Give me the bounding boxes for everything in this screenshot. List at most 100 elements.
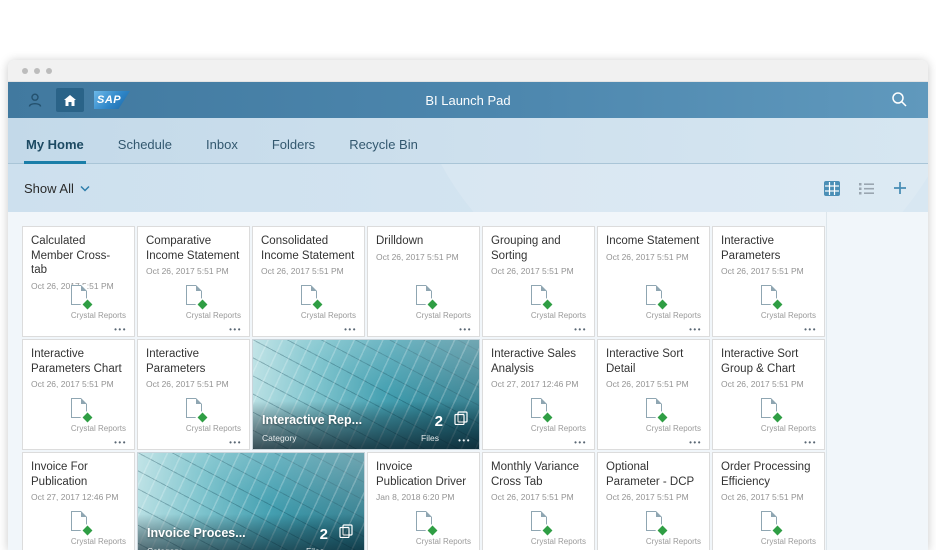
tile-grid: Calculated Member Cross-tab Oct 26, 2017 … bbox=[22, 226, 825, 550]
tile-title: Calculated Member Cross-tab bbox=[23, 227, 134, 278]
tile-title: Order Processing Efficiency bbox=[713, 453, 824, 489]
tile-title: Optional Parameter - DCP bbox=[598, 453, 709, 489]
tile-menu-button[interactable]: ••• bbox=[344, 325, 357, 334]
tile-type-label: Crystal Reports bbox=[301, 311, 356, 320]
home-icon bbox=[63, 94, 77, 107]
tile-title: Consolidated Income Statement bbox=[253, 227, 364, 263]
report-tile[interactable]: Invoice Publication DriverJan 8, 2018 6:… bbox=[367, 452, 480, 550]
tile-title: Monthly Variance Cross Tab bbox=[483, 453, 594, 489]
crystal-reports-icon bbox=[646, 398, 662, 418]
window-control-dot[interactable] bbox=[46, 68, 52, 74]
crystal-reports-icon bbox=[186, 398, 202, 418]
tile-menu-button[interactable]: ••• bbox=[689, 325, 702, 334]
tab-folders[interactable]: Folders bbox=[270, 137, 317, 163]
report-tile[interactable]: Interactive ParametersOct 26, 2017 5:51 … bbox=[137, 339, 250, 450]
grid-view-button[interactable] bbox=[822, 178, 842, 198]
report-tile[interactable]: Invoice For PublicationOct 27, 2017 12:4… bbox=[22, 452, 135, 550]
report-tile[interactable]: Interactive ParametersOct 26, 2017 5:51 … bbox=[712, 226, 825, 337]
tile-type-label: Crystal Reports bbox=[531, 424, 586, 433]
list-view-icon bbox=[859, 182, 874, 195]
window-control-dot[interactable] bbox=[22, 68, 28, 74]
user-menu-button[interactable] bbox=[24, 89, 46, 111]
tile-date: Jan 8, 2018 6:20 PM bbox=[368, 489, 479, 502]
category-tile[interactable]: Invoice Proces...Category2Files••• bbox=[137, 452, 365, 550]
crystal-reports-icon bbox=[761, 511, 777, 531]
tile-title: Drilldown bbox=[368, 227, 479, 249]
add-button[interactable] bbox=[890, 178, 910, 198]
category-title: Interactive Rep... bbox=[262, 413, 362, 427]
search-button[interactable] bbox=[890, 90, 910, 110]
crystal-reports-icon bbox=[71, 398, 87, 418]
tab-inbox[interactable]: Inbox bbox=[204, 137, 240, 163]
report-tile[interactable]: Interactive Parameters ChartOct 26, 2017… bbox=[22, 339, 135, 450]
report-tile[interactable]: Comparative Income StatementOct 26, 2017… bbox=[137, 226, 250, 337]
tile-type-label: Crystal Reports bbox=[531, 311, 586, 320]
report-tile[interactable]: Interactive Sort Group & ChartOct 26, 20… bbox=[712, 339, 825, 450]
report-tile[interactable]: Consolidated Income StatementOct 26, 201… bbox=[252, 226, 365, 337]
report-tile[interactable]: Interactive Sales AnalysisOct 27, 2017 1… bbox=[482, 339, 595, 450]
show-all-dropdown[interactable]: Show All bbox=[24, 181, 90, 196]
crystal-reports-icon bbox=[71, 511, 87, 531]
tile-menu-button[interactable]: ••• bbox=[574, 325, 587, 334]
tile-date: Oct 26, 2017 5:51 PM bbox=[138, 263, 249, 276]
crystal-reports-icon bbox=[761, 398, 777, 418]
report-tile[interactable]: Monthly Variance Cross TabOct 26, 2017 5… bbox=[482, 452, 595, 550]
category-title: Invoice Proces... bbox=[147, 526, 246, 540]
tile-date: Oct 26, 2017 5:51 PM bbox=[598, 249, 709, 262]
tile-title: Grouping and Sorting bbox=[483, 227, 594, 263]
category-tile[interactable]: Interactive Rep...Category2Files••• bbox=[252, 339, 480, 450]
tile-menu-button[interactable]: ••• bbox=[689, 438, 702, 447]
tile-title: Invoice For Publication bbox=[23, 453, 134, 489]
crystal-reports-icon bbox=[646, 285, 662, 305]
tile-menu-button[interactable]: ••• bbox=[229, 325, 242, 334]
sap-logo: SAP bbox=[94, 91, 130, 109]
tile-menu-button[interactable]: ••• bbox=[804, 438, 817, 447]
tile-date: Oct 26, 2017 5:51 PM bbox=[713, 376, 824, 389]
category-subtitle: Category bbox=[262, 433, 297, 443]
tile-menu-button[interactable]: ••• bbox=[229, 438, 242, 447]
tile-date: Oct 26, 2017 5:51 PM bbox=[253, 263, 364, 276]
window-control-dot[interactable] bbox=[34, 68, 40, 74]
tile-title: Interactive Parameters bbox=[713, 227, 824, 263]
plus-icon bbox=[893, 181, 907, 195]
tile-type-label: Crystal Reports bbox=[416, 537, 471, 546]
report-tile[interactable]: DrilldownOct 26, 2017 5:51 PM Crystal Rep… bbox=[367, 226, 480, 337]
crystal-reports-icon bbox=[531, 398, 547, 418]
tile-date: Oct 26, 2017 5:51 PM bbox=[368, 249, 479, 262]
tile-menu-button[interactable]: ••• bbox=[458, 436, 471, 445]
crystal-reports-icon bbox=[531, 511, 547, 531]
tile-type-label: Crystal Reports bbox=[416, 311, 471, 320]
tab-recycle-bin[interactable]: Recycle Bin bbox=[347, 137, 420, 163]
tile-type-label: Crystal Reports bbox=[646, 424, 701, 433]
crystal-reports-icon bbox=[416, 285, 432, 305]
report-tile[interactable]: Order Processing EfficiencyOct 26, 2017 … bbox=[712, 452, 825, 550]
report-tile[interactable]: Grouping and SortingOct 26, 2017 5:51 PM… bbox=[482, 226, 595, 337]
tile-date: Oct 26, 2017 5:51 PM bbox=[138, 376, 249, 389]
crystal-reports-icon bbox=[416, 511, 432, 531]
tile-menu-button[interactable]: ••• bbox=[804, 325, 817, 334]
tile-date: Oct 26, 2017 5:51 PM bbox=[598, 376, 709, 389]
tile-menu-button[interactable]: ••• bbox=[459, 325, 472, 334]
tile-menu-button[interactable]: ••• bbox=[574, 438, 587, 447]
tab-schedule[interactable]: Schedule bbox=[116, 137, 174, 163]
report-tile[interactable]: Interactive Sort DetailOct 26, 2017 5:51… bbox=[597, 339, 710, 450]
report-tile[interactable]: Optional Parameter - DCPOct 26, 2017 5:5… bbox=[597, 452, 710, 550]
report-tile[interactable]: Income StatementOct 26, 2017 5:51 PMCrys… bbox=[597, 226, 710, 337]
tile-type-label: Crystal Reports bbox=[71, 311, 126, 320]
home-button[interactable] bbox=[56, 88, 84, 112]
tile-date: Oct 26, 2017 5:51 PM bbox=[598, 489, 709, 502]
tile-title: Income Statement bbox=[598, 227, 709, 249]
tile-menu-button[interactable]: ••• bbox=[114, 325, 127, 334]
stacked-files-icon bbox=[339, 524, 353, 543]
person-icon bbox=[27, 92, 43, 108]
list-view-button[interactable] bbox=[856, 178, 876, 198]
tile-type-label: Crystal Reports bbox=[71, 537, 126, 546]
category-count-label: Files bbox=[421, 433, 439, 443]
window-titlebar[interactable] bbox=[8, 60, 928, 82]
tile-menu-button[interactable]: ••• bbox=[114, 438, 127, 447]
tab-my-home[interactable]: My Home bbox=[24, 137, 86, 163]
view-controls bbox=[822, 178, 910, 198]
app-chrome: SAP BI Launch Pad My Home Schedule Inbox… bbox=[8, 82, 928, 212]
report-tile[interactable]: Calculated Member Cross-tabOct 26, 2017 … bbox=[22, 226, 135, 337]
grid-view-icon bbox=[824, 181, 840, 196]
